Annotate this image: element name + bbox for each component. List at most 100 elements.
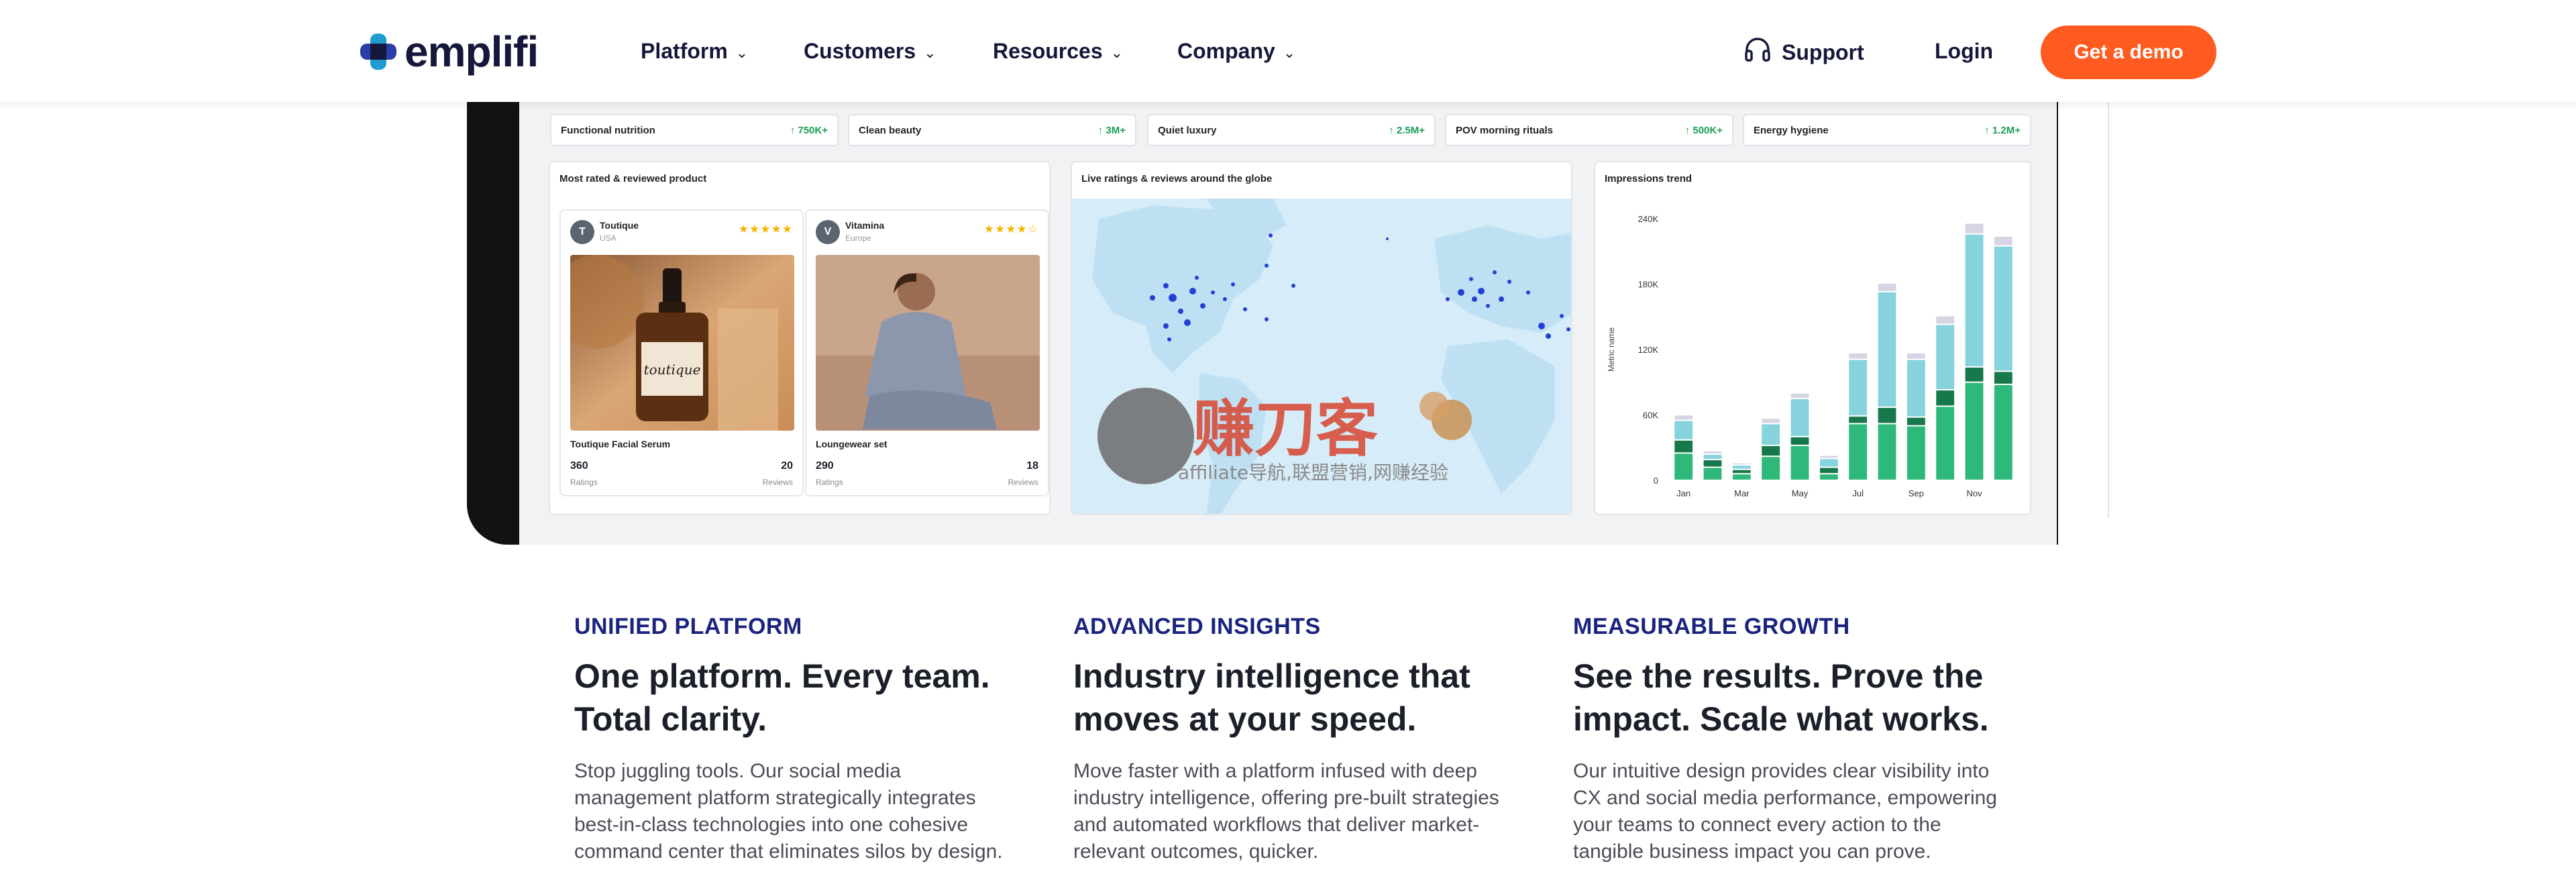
star-rating-icon: ★★★★☆ (983, 223, 1038, 235)
bar-segment (1994, 372, 2012, 384)
ratings-label: Ratings (816, 478, 843, 487)
bar-segment (1674, 453, 1693, 480)
y-tick-label: 0 (1654, 476, 1658, 486)
trend-chip[interactable]: Clean beauty ↑ 3M+ (848, 114, 1136, 146)
emplifi-logo[interactable]: emplifi (359, 27, 539, 76)
bar-segment (1762, 446, 1780, 456)
trend-chip[interactable]: Energy hygiene ↑ 1.2M+ (1743, 114, 2031, 146)
chevron-down-icon: ⌄ (1110, 44, 1124, 61)
bar-segment (1849, 424, 1868, 480)
logo-mark-icon (359, 32, 398, 71)
x-tick-label: Nov (1966, 488, 1982, 498)
brand-avatar: T (570, 220, 594, 244)
chevron-down-icon: ⌄ (924, 44, 936, 61)
get-a-demo-button[interactable]: Get a demo (2041, 25, 2216, 79)
bar-segment (1703, 460, 1722, 467)
bar-segment (1703, 468, 1722, 480)
nav-platform-label: Platform (641, 39, 728, 63)
trend-delta: ↑ 3M+ (1097, 124, 1126, 136)
bar-segment (1819, 455, 1838, 458)
ratings-count: 360 (570, 460, 588, 472)
trend-chip[interactable]: Functional nutrition ↑ 750K+ (550, 114, 839, 146)
bar-segment (1965, 223, 1984, 233)
feature-unified-platform: UNIFIED PLATFORM One platform. Every tea… (574, 614, 1017, 865)
trend-label: Clean beauty (859, 124, 922, 136)
serum-bottle-image: toutique (570, 255, 794, 431)
bar-segment (1790, 399, 1809, 436)
bar-segment (1703, 455, 1722, 459)
bar-segment (1878, 424, 1896, 480)
trend-delta: ↑ 2.5M+ (1389, 124, 1425, 136)
watermark-text: 赚刀客 (1193, 393, 1378, 465)
trend-chip[interactable]: Quiet luxury ↑ 2.5M+ (1147, 114, 1436, 146)
bar-segment (1762, 457, 1780, 480)
product-tile[interactable]: V Vitamina Europe ★★★★☆ Loungewear set 2… (805, 209, 1049, 496)
brand-avatar: V (816, 220, 840, 244)
bar-segment (1732, 470, 1751, 474)
impressions-trend-card: Impressions trend 0 60K 120K 180K 240K Metric… (1594, 161, 2031, 515)
bar-segment (1965, 382, 1984, 480)
bar-segment (1762, 424, 1780, 445)
impressions-bar-chart: 0 60K 120K 180K 240K Metric name Jan Mar May Jul S… (1607, 214, 2012, 498)
chevron-down-icon: ⌄ (735, 44, 749, 61)
divider (2108, 102, 2109, 518)
x-tick-label: May (1792, 488, 1809, 498)
bar-segment (1790, 394, 1809, 398)
nav-customers[interactable]: Customers ⌄ (804, 39, 936, 64)
feature-eyebrow: UNIFIED PLATFORM (574, 614, 802, 639)
trend-label: POV morning rituals (1456, 124, 1554, 136)
most-rated-product-card: Most rated & reviewed product T Toutique… (549, 161, 1051, 515)
bar-segment (1878, 408, 1896, 423)
y-tick-label: 180K (1638, 280, 1659, 290)
reviews-label: Reviews (1008, 478, 1038, 487)
feature-headline: See the results. Prove the impact. Scale… (1573, 657, 1989, 738)
feature-headline: One platform. Every team. Total clarity. (574, 657, 990, 738)
nav-company[interactable]: Company ⌄ (1177, 39, 1295, 64)
feature-measurable-growth: MEASURABLE GROWTH See the results. Prove… (1573, 614, 2016, 865)
brand-region: Europe (845, 233, 871, 243)
bar-segment (1790, 446, 1809, 480)
bar-segment (1819, 468, 1838, 474)
feature-body: Our intuitive design provides clear visi… (1573, 760, 1997, 863)
bar-segment (1790, 437, 1809, 445)
product-tile[interactable]: T Toutique USA ★★★★★ toutique Toutique F… (559, 209, 804, 496)
bar-segment (1907, 360, 1925, 417)
login-link[interactable]: Login (1935, 39, 1993, 64)
nav-customers-label: Customers (804, 39, 916, 63)
feature-body: Move faster with a platform infused with… (1073, 760, 1499, 863)
bar-segment (1936, 390, 1955, 406)
reviews-label: Reviews (762, 478, 793, 487)
reviews-count: 20 (781, 460, 793, 472)
support-link[interactable]: Support (1743, 35, 1864, 70)
bar-segment (1849, 360, 1868, 416)
nav-resources-label: Resources (993, 39, 1103, 63)
trend-chip[interactable]: POV morning rituals ↑ 500K+ (1445, 114, 1733, 146)
bar-segment (1936, 325, 1955, 390)
bar-segment (1936, 406, 1955, 480)
bar-segment (1907, 417, 1925, 425)
x-tick-label: Mar (1734, 488, 1750, 498)
bar-segment (1907, 426, 1925, 480)
trend-label: Quiet luxury (1158, 124, 1217, 136)
nav-platform[interactable]: Platform ⌄ (641, 39, 748, 64)
bar-segment (1674, 440, 1693, 453)
brand-name: Vitamina (845, 220, 885, 231)
bar-segment (1819, 474, 1838, 480)
bar-segment (1965, 234, 1984, 366)
logo-wordmark: emplifi (405, 28, 539, 76)
bar-segment (1965, 368, 1984, 382)
world-map[interactable]: 赚刀客 affiliate导航,联盟营销,网赚经验 (1072, 199, 1572, 515)
chevron-down-icon: ⌄ (1283, 44, 1296, 61)
card-title: Live ratings & reviews around the globe (1081, 173, 1273, 184)
nav-resources[interactable]: Resources ⌄ (993, 39, 1123, 64)
bar-segment (1732, 466, 1751, 469)
trend-delta: ↑ 1.2M+ (1984, 124, 2021, 136)
feature-eyebrow: MEASURABLE GROWTH (1573, 614, 1850, 639)
bar-segment (1674, 415, 1693, 420)
nav-company-label: Company (1177, 39, 1275, 63)
bar-segment (1907, 353, 1925, 359)
headset-icon (1743, 35, 1772, 70)
product-name: Toutique Facial Serum (570, 439, 671, 449)
ratings-label: Ratings (570, 478, 598, 487)
watermark-subtext: affiliate导航,联盟营销,网赚经验 (1178, 461, 1448, 484)
